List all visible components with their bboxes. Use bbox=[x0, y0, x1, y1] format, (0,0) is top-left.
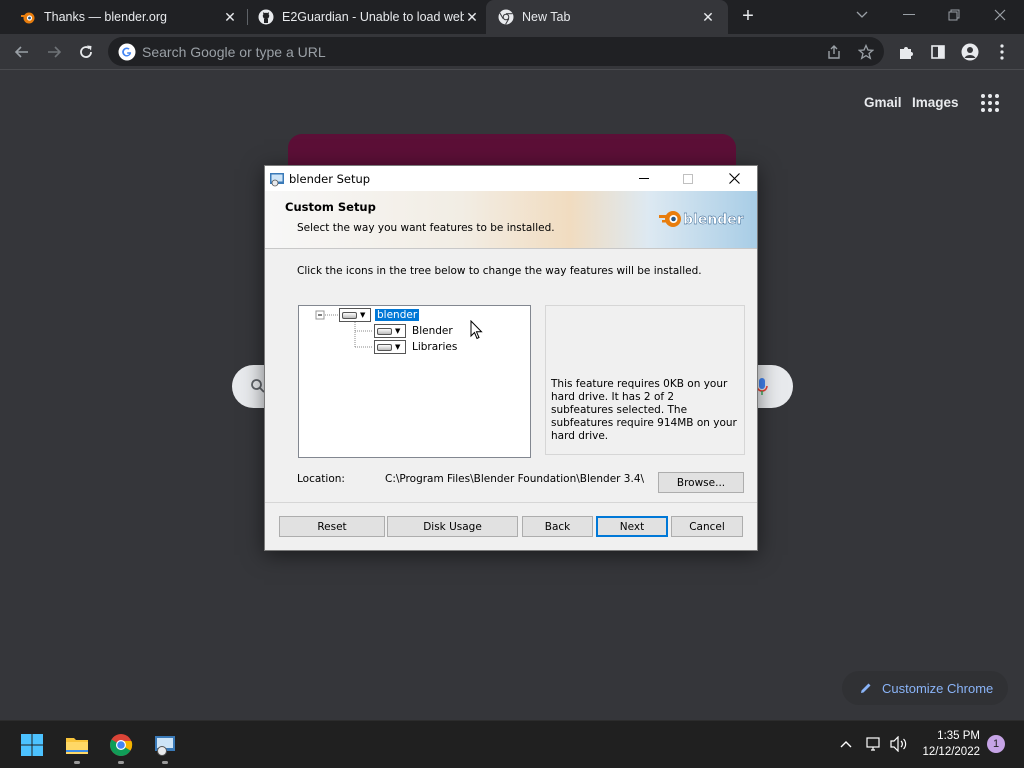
running-indicator bbox=[118, 761, 124, 764]
file-explorer-icon[interactable] bbox=[65, 733, 89, 757]
dialog-title: blender Setup bbox=[289, 172, 371, 186]
windows-start-icon[interactable] bbox=[20, 733, 44, 757]
dialog-maximize-button bbox=[665, 166, 711, 191]
google-apps-icon[interactable] bbox=[980, 93, 1000, 113]
feature-description-panel: This feature requires 0KB on your hard d… bbox=[545, 305, 745, 455]
browse-button[interactable]: Browse... bbox=[658, 472, 744, 493]
tab-new-tab[interactable]: New Tab ✕ bbox=[486, 0, 728, 34]
blender-setup-dialog: blender Setup Custom Setup Select the wa… bbox=[264, 165, 758, 551]
customize-chrome-label: Customize Chrome bbox=[882, 680, 994, 696]
close-tab-icon[interactable]: ✕ bbox=[700, 9, 716, 25]
location-path: C:\Program Files\Blender Foundation\Blen… bbox=[385, 473, 645, 485]
blender-icon bbox=[20, 9, 36, 25]
tree-node-libraries[interactable]: ▼ Libraries bbox=[374, 340, 459, 354]
cancel-button[interactable]: Cancel bbox=[671, 516, 743, 537]
close-tab-icon[interactable]: ✕ bbox=[464, 9, 480, 25]
tree-node-label: Blender bbox=[412, 325, 453, 337]
windows-taskbar bbox=[0, 720, 1024, 768]
chrome-icon bbox=[498, 9, 514, 25]
running-indicator bbox=[162, 761, 168, 764]
blender-logo: blender bbox=[659, 211, 744, 228]
logo-wordmark: blender bbox=[683, 212, 744, 228]
close-window-button[interactable] bbox=[978, 0, 1022, 30]
google-icon bbox=[118, 43, 136, 60]
chrome-taskbar-icon[interactable] bbox=[109, 733, 133, 757]
mouse-pointer-icon bbox=[470, 320, 483, 340]
minimize-window-button[interactable] bbox=[887, 0, 931, 30]
taskbar-clock[interactable]: 1:35 PM 12/12/2022 bbox=[908, 728, 980, 760]
new-tab-button[interactable]: + bbox=[738, 6, 758, 27]
tab-strip: Thanks — blender.org ✕ E2Guardian - Unab… bbox=[0, 0, 1024, 34]
address-placeholder: Search Google or type a URL bbox=[142, 43, 326, 60]
clock-time: 1:35 PM bbox=[937, 730, 980, 742]
tab-title: E2Guardian - Unable to load web bbox=[282, 10, 464, 24]
dialog-banner: Custom Setup Select the way you want fea… bbox=[265, 191, 757, 249]
installer-taskbar-icon[interactable] bbox=[153, 733, 177, 757]
dialog-minimize-button[interactable] bbox=[621, 166, 667, 191]
forward-arrow-icon[interactable] bbox=[42, 40, 66, 64]
dialog-close-button[interactable] bbox=[711, 166, 757, 191]
network-icon[interactable] bbox=[866, 736, 882, 756]
tab-title: Thanks — blender.org bbox=[44, 10, 167, 24]
show-hidden-icons-chevron-icon[interactable] bbox=[840, 735, 852, 752]
tree-node-blender[interactable]: ▼ Blender bbox=[374, 324, 455, 338]
installer-icon bbox=[270, 173, 284, 187]
tab-e2guardian[interactable]: E2Guardian - Unable to load web ✕ bbox=[238, 0, 488, 34]
location-label: Location: bbox=[297, 473, 345, 485]
back-arrow-icon[interactable] bbox=[10, 40, 34, 64]
drive-dropdown-icon[interactable]: ▼ bbox=[374, 324, 406, 338]
tab-blender-thanks[interactable]: Thanks — blender.org ✕ bbox=[0, 0, 246, 34]
gmail-link[interactable]: Gmail bbox=[864, 95, 902, 110]
instruction-text: Click the icons in the tree below to cha… bbox=[297, 265, 702, 277]
drive-dropdown-icon[interactable]: ▼ bbox=[339, 308, 371, 322]
close-tab-icon[interactable]: ✕ bbox=[222, 9, 238, 25]
kebab-menu-icon[interactable] bbox=[990, 40, 1014, 64]
address-bar[interactable]: Search Google or type a URL bbox=[108, 37, 884, 66]
banner-heading: Custom Setup bbox=[285, 200, 376, 214]
tab-search-icon[interactable] bbox=[840, 0, 884, 30]
tree-node-root[interactable]: ▼ blender bbox=[339, 308, 420, 322]
next-button[interactable]: Next bbox=[596, 516, 668, 537]
notification-badge[interactable]: 1 bbox=[987, 735, 1005, 753]
back-button[interactable]: Back bbox=[522, 516, 593, 537]
tree-node-label: blender bbox=[375, 309, 420, 321]
reload-icon[interactable] bbox=[74, 40, 98, 64]
browser-toolbar: Search Google or type a URL bbox=[0, 34, 1024, 70]
banner-subheading: Select the way you want features to be i… bbox=[297, 222, 555, 234]
pencil-icon bbox=[858, 680, 874, 696]
tree-node-label: Libraries bbox=[412, 341, 458, 353]
bookmark-star-icon[interactable] bbox=[854, 40, 878, 64]
share-icon[interactable] bbox=[822, 40, 846, 64]
restore-window-button[interactable] bbox=[932, 0, 976, 30]
running-indicator bbox=[74, 761, 80, 764]
profile-avatar-icon[interactable] bbox=[958, 40, 982, 64]
side-panel-icon[interactable] bbox=[926, 40, 950, 64]
disk-usage-button[interactable]: Disk Usage bbox=[387, 516, 518, 537]
volume-icon[interactable] bbox=[890, 735, 908, 756]
customize-chrome-button[interactable]: Customize Chrome bbox=[842, 671, 1008, 705]
images-link[interactable]: Images bbox=[912, 95, 959, 110]
feature-description-text: This feature requires 0KB on your hard d… bbox=[551, 378, 737, 442]
reset-button[interactable]: Reset bbox=[279, 516, 385, 537]
tab-title: New Tab bbox=[522, 10, 571, 24]
drive-dropdown-icon[interactable]: ▼ bbox=[374, 340, 406, 354]
dialog-titlebar[interactable]: blender Setup bbox=[265, 166, 757, 191]
github-icon bbox=[258, 9, 274, 25]
clock-date: 12/12/2022 bbox=[922, 746, 980, 758]
extensions-puzzle-icon[interactable] bbox=[894, 40, 918, 64]
feature-tree[interactable]: ▼ blender ▼ Blender ▼ Libraries bbox=[298, 305, 531, 458]
